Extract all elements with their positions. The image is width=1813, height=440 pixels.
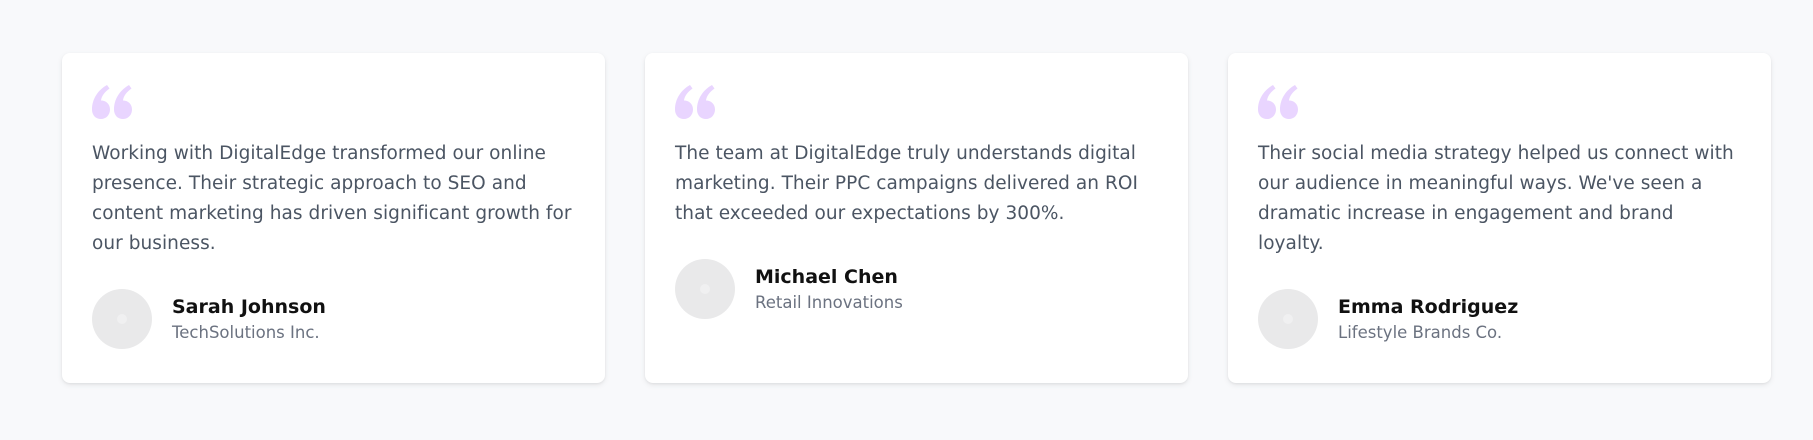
author-company: Lifestyle Brands Co.: [1338, 322, 1503, 342]
author-company: Retail Innovations: [755, 292, 903, 312]
author-name: Sarah Johnson: [172, 295, 326, 318]
quote-icon: [1258, 85, 1298, 119]
testimonial-text: Their social media strategy helped us co…: [1258, 143, 1734, 254]
quote-icon: [92, 85, 132, 119]
testimonial-text: Working with DigitalEdge transformed our…: [92, 143, 572, 254]
author-company: TechSolutions Inc.: [172, 322, 320, 342]
testimonial-card: Working with DigitalEdge transformed our…: [62, 53, 605, 383]
author-name: Michael Chen: [755, 265, 898, 288]
testimonial-card: The team at DigitalEdge truly understand…: [645, 53, 1188, 383]
testimonial-card: Their social media strategy helped us co…: [1228, 53, 1771, 383]
avatar: [675, 259, 735, 319]
testimonial-author: Sarah Johnson TechSolutions Inc.: [92, 289, 575, 349]
avatar: [1258, 289, 1318, 349]
testimonial-author: Emma Rodriguez Lifestyle Brands Co.: [1258, 289, 1741, 349]
author-name: Emma Rodriguez: [1338, 295, 1519, 318]
testimonial-author: Michael Chen Retail Innovations: [675, 259, 1158, 319]
quote-icon: [675, 85, 715, 119]
testimonials-grid: Working with DigitalEdge transformed our…: [62, 53, 1771, 383]
testimonial-text: The team at DigitalEdge truly understand…: [675, 143, 1139, 224]
avatar: [92, 289, 152, 349]
